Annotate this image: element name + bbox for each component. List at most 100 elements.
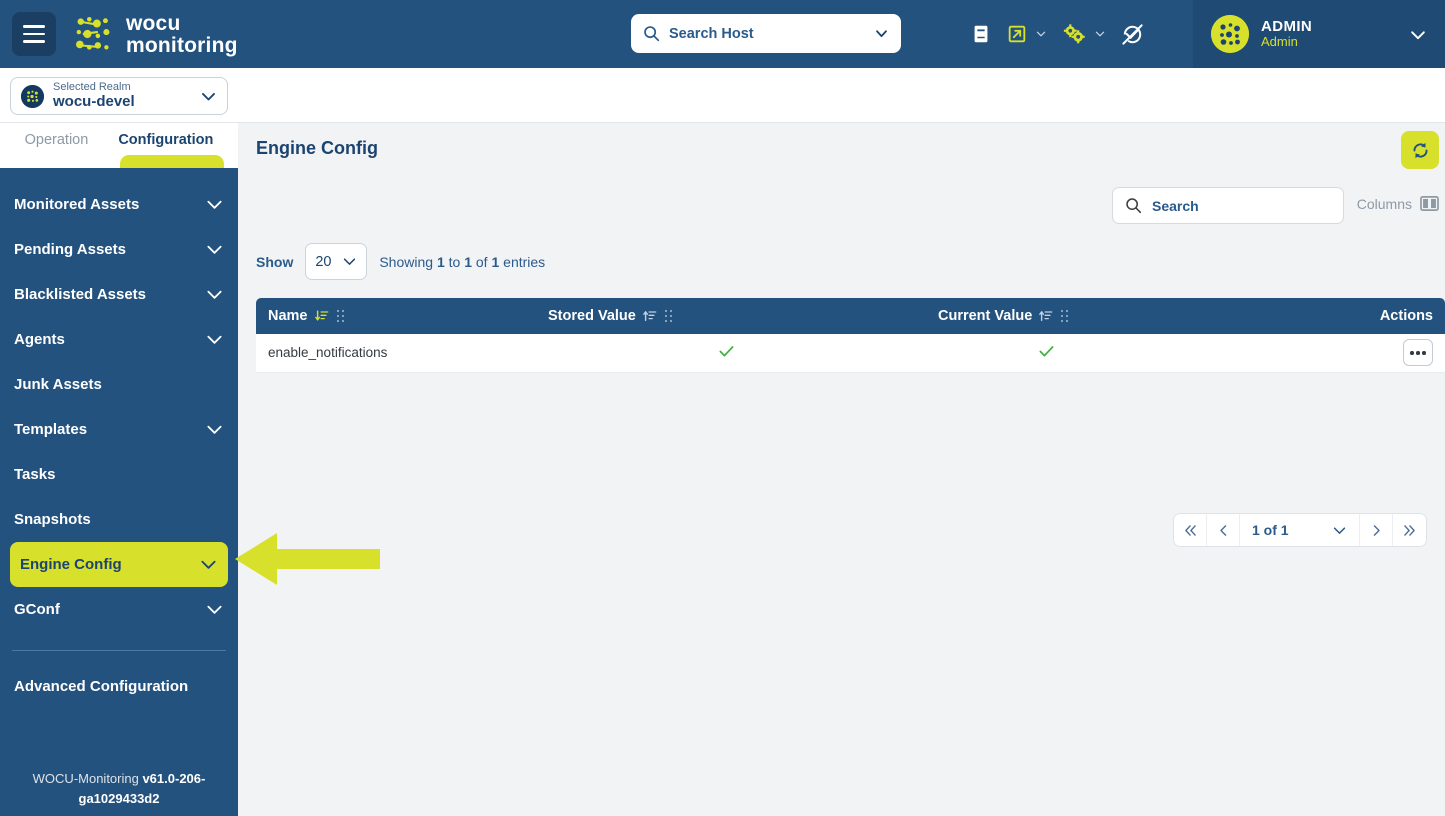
sidebar-item-label: Monitored Assets <box>14 196 140 213</box>
sidebar-item-label: GConf <box>14 601 60 618</box>
row-actions-button[interactable] <box>1403 339 1433 367</box>
chevron-down-icon[interactable] <box>200 88 217 105</box>
column-header-actions: Actions <box>1246 298 1445 334</box>
sidebar-item-label: Templates <box>14 421 88 438</box>
sidebar-item-label: Agents <box>14 331 65 348</box>
chevron-down-icon[interactable] <box>199 555 218 574</box>
avatar <box>1211 15 1249 53</box>
page-title: Engine Config <box>256 138 378 158</box>
realm-value: wocu-devel <box>53 93 135 111</box>
chevron-down-icon[interactable] <box>1409 26 1427 44</box>
sidebar: Monitored Assets Pending Assets Blacklis… <box>0 168 238 816</box>
pagination: 1 of 1 <box>1173 513 1427 547</box>
brand-line2: monitoring <box>126 33 238 57</box>
sort-asc-icon[interactable] <box>643 309 657 323</box>
next-page-icon <box>1373 524 1380 536</box>
external-link-icon[interactable] <box>1006 23 1047 45</box>
tab-configuration[interactable]: Configuration <box>118 132 213 148</box>
realm-label: Selected Realm <box>53 81 131 94</box>
chevron-down-icon[interactable] <box>205 240 224 259</box>
chevron-down-icon[interactable] <box>1035 28 1047 40</box>
sidebar-item-engine-config[interactable]: Engine Config <box>10 542 228 587</box>
column-header-label: Stored Value <box>548 308 636 324</box>
sidebar-item-label: Tasks <box>14 466 56 483</box>
show-entries-row: Show 20 Showing 1 to 1 of 1 entries <box>256 243 545 280</box>
chevron-down-icon[interactable] <box>874 26 889 41</box>
sidebar-item-advanced-configuration[interactable]: Advanced Configuration <box>0 664 238 709</box>
sort-asc-icon[interactable] <box>1039 309 1053 323</box>
first-page-button[interactable] <box>1174 514 1207 546</box>
table-row[interactable]: enable_notifications <box>256 334 1445 373</box>
sub-header: Selected Realm wocu-devel Wocu-Devel | C… <box>0 68 1445 180</box>
check-icon <box>1038 343 1055 363</box>
sort-desc-icon[interactable] <box>314 309 329 323</box>
prev-page-button[interactable] <box>1207 514 1240 546</box>
gears-icon[interactable] <box>1061 22 1106 46</box>
wocu-logo-icon <box>76 16 110 50</box>
chevron-down-icon[interactable] <box>205 600 224 619</box>
refresh-icon <box>1413 142 1427 158</box>
sidebar-item-label: Pending Assets <box>14 241 126 258</box>
brand-logo[interactable]: wocu monitoring <box>74 13 238 56</box>
sidebar-item-templates[interactable]: Templates <box>0 407 238 452</box>
no-check-icon[interactable] <box>1120 22 1145 47</box>
refresh-button[interactable] <box>1401 131 1439 169</box>
sidebar-item-label: Blacklisted Assets <box>14 286 147 303</box>
engine-config-table: Name Stored Value Current Value Actions … <box>256 298 1445 373</box>
sidebar-item-pending-assets[interactable]: Pending Assets <box>0 227 238 272</box>
chevron-down-icon[interactable] <box>205 420 224 439</box>
column-resize-grip[interactable] <box>1060 309 1069 323</box>
header-icon-group <box>970 0 1145 68</box>
next-page-button[interactable] <box>1360 514 1393 546</box>
brand-line1: wocu <box>126 11 181 35</box>
cell-current-value <box>926 334 1246 373</box>
chevron-down-icon <box>1333 526 1346 534</box>
realm-selector[interactable]: Selected Realm wocu-devel <box>10 77 228 115</box>
host-search-placeholder: Search Host <box>669 25 754 42</box>
chevron-down-icon[interactable] <box>205 330 224 349</box>
footer-product: WOCU-Monitoring <box>32 771 143 786</box>
sidebar-item-gconf[interactable]: GConf <box>0 587 238 632</box>
chevron-down-icon[interactable] <box>205 285 224 304</box>
column-header-stored-value[interactable]: Stored Value <box>536 298 926 334</box>
hamburger-icon[interactable] <box>12 12 56 56</box>
columns-button-label: Columns <box>1356 195 1412 212</box>
ellipsis-icon <box>1410 351 1414 355</box>
sidebar-item-snapshots[interactable]: Snapshots <box>0 497 238 542</box>
ellipsis-icon <box>1416 351 1420 355</box>
chevron-down-icon <box>344 258 356 265</box>
cell-stored-value <box>536 334 926 373</box>
column-resize-grip[interactable] <box>336 309 345 323</box>
sidebar-item-label: Junk Assets <box>14 376 102 393</box>
cell-name: enable_notifications <box>256 334 536 373</box>
sidebar-item-agents[interactable]: Agents <box>0 317 238 362</box>
last-page-button[interactable] <box>1393 514 1426 546</box>
user-menu[interactable]: ADMIN Admin <box>1193 0 1445 68</box>
table-toolbar: Search Columns <box>945 187 1445 232</box>
host-search-input[interactable]: Search Host <box>631 14 901 53</box>
entries-info: Showing 1 to 1 of 1 entries <box>379 253 546 270</box>
sidebar-item-monitored-assets[interactable]: Monitored Assets <box>0 182 238 227</box>
sidebar-item-tasks[interactable]: Tasks <box>0 452 238 497</box>
page-size-value: 20 <box>315 253 332 270</box>
first-page-icon <box>1184 524 1196 536</box>
sidebar-item-blacklisted-assets[interactable]: Blacklisted Assets <box>0 272 238 317</box>
column-header-name[interactable]: Name <box>256 298 536 334</box>
show-label: Show <box>256 253 294 270</box>
column-resize-grip[interactable] <box>664 309 673 323</box>
sidebar-item-junk-assets[interactable]: Junk Assets <box>0 362 238 407</box>
top-header: wocu monitoring Search Host ADMIN Admin <box>0 0 1445 68</box>
columns-icon <box>1420 196 1439 211</box>
chevron-down-icon[interactable] <box>1094 28 1106 40</box>
page-size-select[interactable]: 20 <box>305 243 368 280</box>
table-header-row: Name Stored Value Current Value Actions <box>256 298 1445 334</box>
column-header-label: Actions <box>1379 308 1433 324</box>
column-header-label: Current Value <box>938 308 1033 324</box>
chevron-down-icon[interactable] <box>205 195 224 214</box>
book-icon[interactable] <box>970 23 992 45</box>
table-search-input[interactable]: Search <box>1112 187 1344 224</box>
columns-button[interactable]: Columns <box>1357 195 1439 212</box>
page-select[interactable]: 1 of 1 <box>1240 514 1360 546</box>
tab-operation[interactable]: Operation <box>25 132 89 148</box>
column-header-current-value[interactable]: Current Value <box>926 298 1246 334</box>
